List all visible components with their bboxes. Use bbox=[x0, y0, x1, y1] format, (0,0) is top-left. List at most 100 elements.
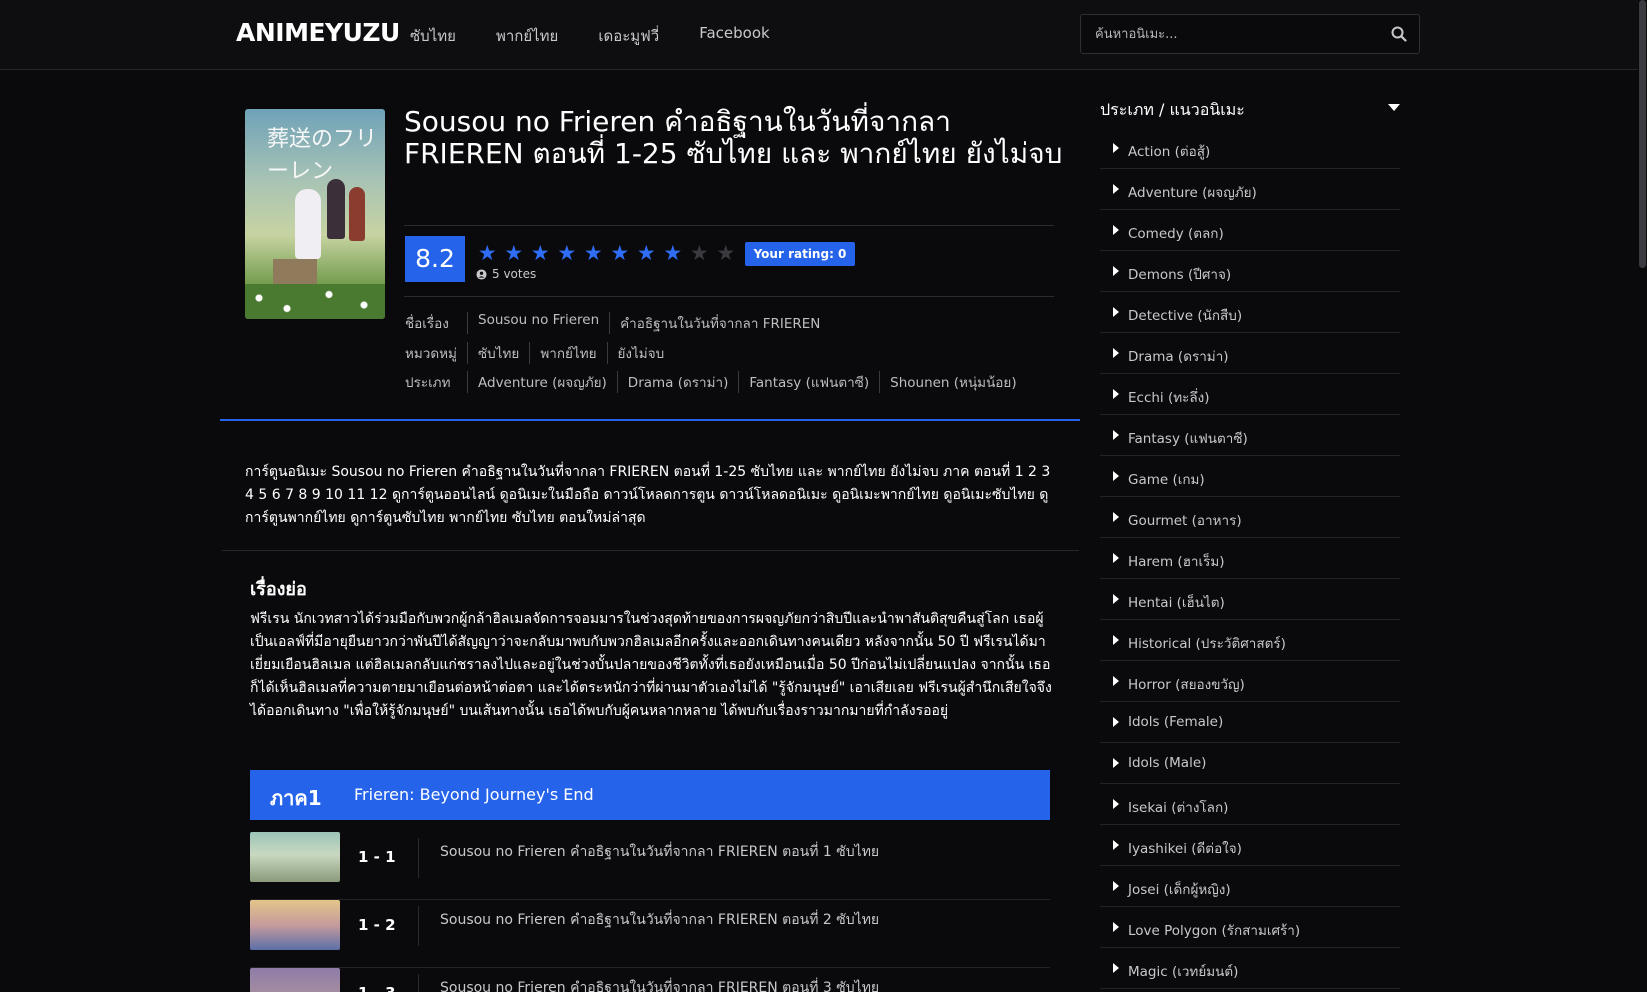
poster-figure bbox=[327, 179, 345, 239]
sidebar-genre-label: Detective (นักสืบ) bbox=[1128, 308, 1243, 324]
sidebar-genre-item[interactable]: Action (ต่อสู้) bbox=[1100, 128, 1400, 169]
season-header[interactable]: ภาค1 Frieren: Beyond Journey's End bbox=[250, 770, 1050, 820]
star-icon[interactable]: ★ bbox=[609, 242, 632, 264]
episode-number: 1 - 3 bbox=[358, 984, 418, 992]
site-logo[interactable]: ANIMEYUZU bbox=[236, 18, 400, 47]
caret-right-icon bbox=[1113, 676, 1119, 686]
sidebar-genre-item[interactable]: Historical (ประวัติศาสตร์) bbox=[1100, 620, 1400, 661]
sidebar-genre-item[interactable]: Comedy (ตลก) bbox=[1100, 210, 1400, 251]
episode-number: 1 - 2 bbox=[358, 916, 396, 934]
sidebar-genre-label: Isekai (ต่างโลก) bbox=[1128, 800, 1229, 816]
sidebar-genre-item[interactable]: Harem (ฮาเร็ม) bbox=[1100, 538, 1400, 579]
sidebar-genre-item[interactable]: Demons (ปีศาจ) bbox=[1100, 251, 1400, 292]
caret-right-icon bbox=[1113, 717, 1119, 727]
episode-row[interactable]: 1 - 1 Sousou no Frieren คำอธิฐานในวันที่… bbox=[250, 832, 1050, 900]
sidebar-genre-label: Gourmet (อาหาร) bbox=[1128, 513, 1242, 529]
episode-row[interactable]: 1 - 3 Sousou no Frieren คำอธิฐานในวันที่… bbox=[250, 968, 1050, 992]
divider bbox=[404, 225, 1054, 226]
caret-right-icon bbox=[1113, 799, 1119, 809]
caret-right-icon bbox=[1113, 143, 1119, 153]
nav-dub-thai[interactable]: พากย์ไทย bbox=[496, 24, 558, 48]
sidebar-genre-label: Magic (เวทย์มนต์) bbox=[1128, 964, 1239, 980]
sidebar-genre-item[interactable]: Isekai (ต่างโลก) bbox=[1100, 784, 1400, 825]
genre-dropdown-toggle[interactable]: ประเภท / แนวอนิเมะ bbox=[1100, 98, 1400, 122]
sidebar-genre-item[interactable]: Love Polygon (รักสามเศร้า) bbox=[1100, 907, 1400, 948]
meta-category-link[interactable]: ยังไม่จบ bbox=[606, 342, 675, 364]
your-rating-button[interactable]: Your rating: 0 bbox=[745, 242, 855, 266]
nav-sub-thai[interactable]: ซับไทย bbox=[410, 24, 456, 48]
sidebar-genre-item[interactable]: Drama (ดราม่า) bbox=[1100, 333, 1400, 374]
sidebar-genre-item[interactable]: Idols (Female) bbox=[1100, 702, 1400, 743]
sidebar-genre-item[interactable]: Horror (สยองขวัญ) bbox=[1100, 661, 1400, 702]
meta-genre-link[interactable]: Fantasy (แฟนตาซี) bbox=[738, 371, 879, 393]
caret-right-icon bbox=[1113, 266, 1119, 276]
star-icon[interactable]: ★ bbox=[635, 242, 658, 264]
star-icon[interactable]: ★ bbox=[476, 242, 499, 264]
scrollbar-thumb[interactable] bbox=[1639, 0, 1646, 268]
sidebar-genre-item[interactable]: Magic (เวทย์มนต์) bbox=[1100, 948, 1400, 989]
episode-thumbnail[interactable] bbox=[250, 968, 340, 992]
meta-name-link[interactable]: Sousou no Frieren bbox=[467, 312, 609, 334]
sidebar-genre-label: Fantasy (แฟนตาซี) bbox=[1128, 431, 1248, 447]
season-name: Frieren: Beyond Journey's End bbox=[354, 785, 594, 804]
episode-thumbnail[interactable] bbox=[250, 900, 340, 950]
rating-stars[interactable]: ★ ★ ★ ★ ★ ★ ★ ★ ★ ★ bbox=[476, 242, 737, 264]
vote-count: 5 votes bbox=[476, 267, 536, 281]
meta-category-link[interactable]: ซับไทย bbox=[467, 342, 529, 364]
sidebar-genre-label: Demons (ปีศาจ) bbox=[1128, 267, 1232, 283]
section-divider bbox=[220, 419, 1080, 421]
sidebar-genre-item[interactable]: Adventure (ผจญภัย) bbox=[1100, 169, 1400, 210]
star-icon[interactable]: ★ bbox=[662, 242, 685, 264]
star-icon[interactable]: ★ bbox=[556, 242, 579, 264]
poster-figure bbox=[349, 187, 365, 241]
sidebar-genre-item[interactable]: Game (เกม) bbox=[1100, 456, 1400, 497]
sidebar-genre-label: Drama (ดราม่า) bbox=[1128, 349, 1229, 365]
sidebar-genre-item[interactable]: Fantasy (แฟนตาซี) bbox=[1100, 415, 1400, 456]
episode-number: 1 - 1 bbox=[358, 848, 396, 866]
sidebar-genre-label: Game (เกม) bbox=[1128, 472, 1205, 488]
sidebar-genre-label: Harem (ฮาเร็ม) bbox=[1128, 554, 1225, 570]
episode-title[interactable]: Sousou no Frieren คำอธิฐานในวันที่จากลา … bbox=[440, 841, 879, 863]
star-icon[interactable]: ★ bbox=[582, 242, 605, 264]
sidebar-genre-item[interactable]: Josei (เด็กผู้หญิง) bbox=[1100, 866, 1400, 907]
meta-genre-link[interactable]: Shounen (หนุ่มน้อย) bbox=[879, 371, 1026, 393]
page-scrollbar[interactable] bbox=[1638, 0, 1647, 992]
caret-right-icon bbox=[1113, 471, 1119, 481]
search-icon[interactable] bbox=[1391, 26, 1407, 42]
meta-name-link[interactable]: คำอธิฐานในวันที่จากลา FRIEREN bbox=[609, 312, 830, 334]
star-icon[interactable]: ★ bbox=[715, 242, 738, 264]
caret-right-icon bbox=[1113, 594, 1119, 604]
meta-label: หมวดหมู่ bbox=[405, 346, 457, 362]
sidebar-genre-item[interactable]: Detective (นักสืบ) bbox=[1100, 292, 1400, 333]
synopsis-text: ฟรีเรน นักเวทสาวได้ร่วมมือกับพวกผู้กล้าฮ… bbox=[250, 611, 1052, 719]
sidebar-genre-item[interactable]: Gourmet (อาหาร) bbox=[1100, 497, 1400, 538]
episode-thumbnail[interactable] bbox=[250, 832, 340, 882]
star-icon[interactable]: ★ bbox=[688, 242, 711, 264]
episode-title[interactable]: Sousou no Frieren คำอธิฐานในวันที่จากลา … bbox=[440, 977, 879, 992]
sidebar-genre-item[interactable]: Ecchi (ทะลึ่ง) bbox=[1100, 374, 1400, 415]
nav-movie[interactable]: เดอะมูฟวี่ bbox=[598, 24, 659, 48]
rating-score: 8.2 bbox=[405, 236, 465, 282]
sidebar-genre-label: Comedy (ตลก) bbox=[1128, 226, 1224, 242]
nav-facebook[interactable]: Facebook bbox=[699, 24, 769, 48]
caret-right-icon bbox=[1113, 758, 1119, 768]
episode-title[interactable]: Sousou no Frieren คำอธิฐานในวันที่จากลา … bbox=[440, 909, 879, 931]
caret-right-icon bbox=[1113, 881, 1119, 891]
episode-row[interactable]: 1 - 2 Sousou no Frieren คำอธิฐานในวันที่… bbox=[250, 900, 1050, 968]
caret-right-icon bbox=[1113, 840, 1119, 850]
sidebar-genre-item[interactable]: Hentai (เฮ็นไต) bbox=[1100, 579, 1400, 620]
search-input[interactable] bbox=[1081, 15, 1371, 53]
sidebar-genre-item[interactable]: Idols (Male) bbox=[1100, 743, 1400, 784]
meta-category-link[interactable]: พากย์ไทย bbox=[529, 342, 606, 364]
caret-right-icon bbox=[1113, 348, 1119, 358]
meta-label: ประเภท bbox=[405, 375, 451, 391]
caret-right-icon bbox=[1113, 430, 1119, 440]
meta-genre-link[interactable]: Adventure (ผจญภัย) bbox=[467, 371, 617, 393]
meta-genre-link[interactable]: Drama (ดราม่า) bbox=[616, 371, 739, 393]
star-icon[interactable]: ★ bbox=[503, 242, 526, 264]
sidebar-genre-item[interactable]: Iyashikei (ดีต่อใจ) bbox=[1100, 825, 1400, 866]
caret-right-icon bbox=[1113, 922, 1119, 932]
star-icon[interactable]: ★ bbox=[529, 242, 552, 264]
top-navbar: ANIMEYUZU ซับไทย พากย์ไทย เดอะมูฟวี่ Fac… bbox=[0, 0, 1647, 70]
poster-title-art: 葬送のフリーレン bbox=[267, 127, 378, 184]
